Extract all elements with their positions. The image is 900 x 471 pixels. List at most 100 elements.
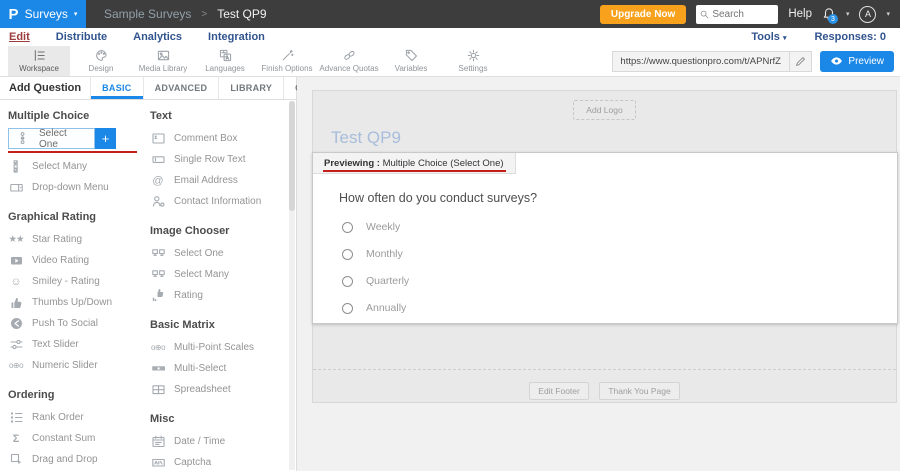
tool-variables[interactable]: Variables [380,46,442,76]
answer-option: Annually [342,302,897,314]
breadcrumb-parent[interactable]: Sample Surveys [104,7,191,21]
preview-button[interactable]: Preview [820,51,894,72]
question-type-captcha[interactable]: Captcha [150,452,292,470]
gear-icon [467,49,480,62]
question-type-email-address[interactable]: @ Email Address [150,170,292,191]
tab-advanced[interactable]: ADVANCED [143,77,219,99]
help-link[interactable]: Help [788,8,812,20]
thumbs-up-icon [8,296,24,309]
menu-tab-edit[interactable]: Edit [9,31,30,43]
section-heading-misc: Misc [150,413,292,425]
question-type-select-one[interactable]: Select One [8,128,95,149]
survey-footer-zone: Edit Footer Thank You Page [313,369,896,400]
panel-scrollbar-thumb[interactable] [289,101,295,211]
option-label: Annually [366,302,406,314]
notifications-bell-button[interactable]: 3 [822,7,836,21]
menu-tab-integration[interactable]: Integration [208,31,265,43]
sigma-icon: Σ [8,433,24,445]
radio-button[interactable] [342,249,353,260]
question-type-image-select-many[interactable]: Select Many [150,264,292,285]
breadcrumb-separator: > [201,9,207,20]
add-question-plus-button[interactable]: + [95,128,116,149]
palette-icon [95,49,108,62]
option-label: Weekly [366,221,400,233]
panel-scrollbar-track[interactable] [289,101,295,470]
tool-media-library[interactable]: Media Library [132,46,194,76]
question-type-star-rating[interactable]: ★★ Star Rating [8,229,144,250]
question-type-multi-point-scales[interactable]: o⊕o Multi-Point Scales [150,337,292,358]
section-heading-basic-matrix: Basic Matrix [150,319,292,331]
tool-design[interactable]: Design [70,46,132,76]
smiley-icon: ☺ [8,276,24,288]
chevron-down-icon: ▾ [74,10,78,18]
tab-library[interactable]: LIBRARY [218,77,283,99]
star-rating-icon: ★★ [8,234,24,245]
add-logo-button[interactable]: Add Logo [573,100,635,120]
search-box[interactable] [696,5,778,24]
search-icon [700,10,709,19]
question-type-dropdown-menu[interactable]: Drop-down Menu [8,177,144,198]
tab-basic[interactable]: BASIC [90,77,143,99]
tools-dropdown[interactable]: Tools ▾ [751,31,786,43]
edit-footer-button[interactable]: Edit Footer [529,382,589,400]
captcha-icon [150,456,166,469]
survey-preview-area: Add Logo Test QP9 Previewing : Multiple … [297,77,900,471]
panel-body: Multiple Choice Select One + Select Many… [0,100,296,470]
panel-header: Add Question BASIC ADVANCED LIBRARY CANV… [0,77,296,100]
question-type-constant-sum[interactable]: Σ Constant Sum [8,428,144,449]
question-type-drag-and-drop[interactable]: Drag and Drop [8,449,144,470]
surveys-menu-button[interactable]: P Surveys ▾ [0,0,86,28]
menu-tab-analytics[interactable]: Analytics [133,31,182,43]
surveys-label: Surveys [25,7,68,21]
tool-workspace[interactable]: Workspace [8,46,70,76]
radio-button[interactable] [342,222,353,233]
radio-button[interactable] [342,303,353,314]
question-type-numeric-slider[interactable]: o⊕o Numeric Slider [8,355,144,376]
avatar[interactable]: A [859,6,876,23]
section-heading-multiple-choice: Multiple Choice [8,110,144,122]
image-select-one-icon [150,247,166,260]
tool-settings[interactable]: Settings [442,46,504,76]
survey-url-input[interactable] [613,56,789,67]
question-type-spreadsheet[interactable]: Spreadsheet [150,379,292,400]
question-type-smiley-rating[interactable]: ☺ Smiley - Rating [8,271,144,292]
question-type-contact-information[interactable]: Contact Information [150,191,292,212]
question-type-rank-order[interactable]: Rank Order [8,407,144,428]
multi-select-icon [150,362,166,375]
chevron-down-icon: ▾ [886,10,890,18]
radio-button[interactable] [342,276,353,287]
answer-options: Weekly Monthly Quarterly Annually [342,221,897,314]
section-heading-graphical-rating: Graphical Rating [8,211,144,223]
option-label: Monthly [366,248,403,260]
rank-order-icon [8,411,24,424]
answer-option: Quarterly [342,275,897,287]
question-type-single-row-text[interactable]: Single Row Text [150,149,292,170]
menu-tab-distribute[interactable]: Distribute [56,31,107,43]
thank-you-page-button[interactable]: Thank You Page [599,382,679,400]
notification-count-badge: 3 [828,14,838,24]
question-type-multi-select[interactable]: Multi-Select [150,358,292,379]
question-type-thumbs-up-down[interactable]: Thumbs Up/Down [8,292,144,313]
upgrade-now-button[interactable]: Upgrade Now [600,5,686,24]
chevron-down-icon: ▾ [783,35,787,42]
question-type-video-rating[interactable]: Video Rating [8,250,144,271]
topbar-right: Upgrade Now Help 3 ▾ A ▾ [600,0,900,28]
question-type-comment-box[interactable]: Comment Box [150,128,292,149]
responses-count-link[interactable]: Responses: 0 [814,31,886,43]
question-type-date-time[interactable]: Date / Time [150,431,292,452]
search-input[interactable] [712,9,774,20]
question-type-image-select-one[interactable]: Select One [150,243,292,264]
question-type-select-many[interactable]: Select Many [8,156,144,177]
tool-advance-quotas[interactable]: Advance Quotas [318,46,380,76]
previewing-underline [323,170,506,172]
question-type-image-rating[interactable]: Rating [150,285,292,306]
add-question-panel: Add Question BASIC ADVANCED LIBRARY CANV… [0,77,297,471]
edit-url-button[interactable] [789,52,811,71]
tool-languages[interactable]: Languages [194,46,256,76]
chain-links-icon [343,49,356,62]
question-type-push-to-social[interactable]: Push To Social [8,313,144,334]
question-type-text-slider[interactable]: Text Slider [8,334,144,355]
tool-finish-options[interactable]: Finish Options [256,46,318,76]
image-select-many-icon [150,268,166,281]
comment-box-icon [150,132,166,145]
